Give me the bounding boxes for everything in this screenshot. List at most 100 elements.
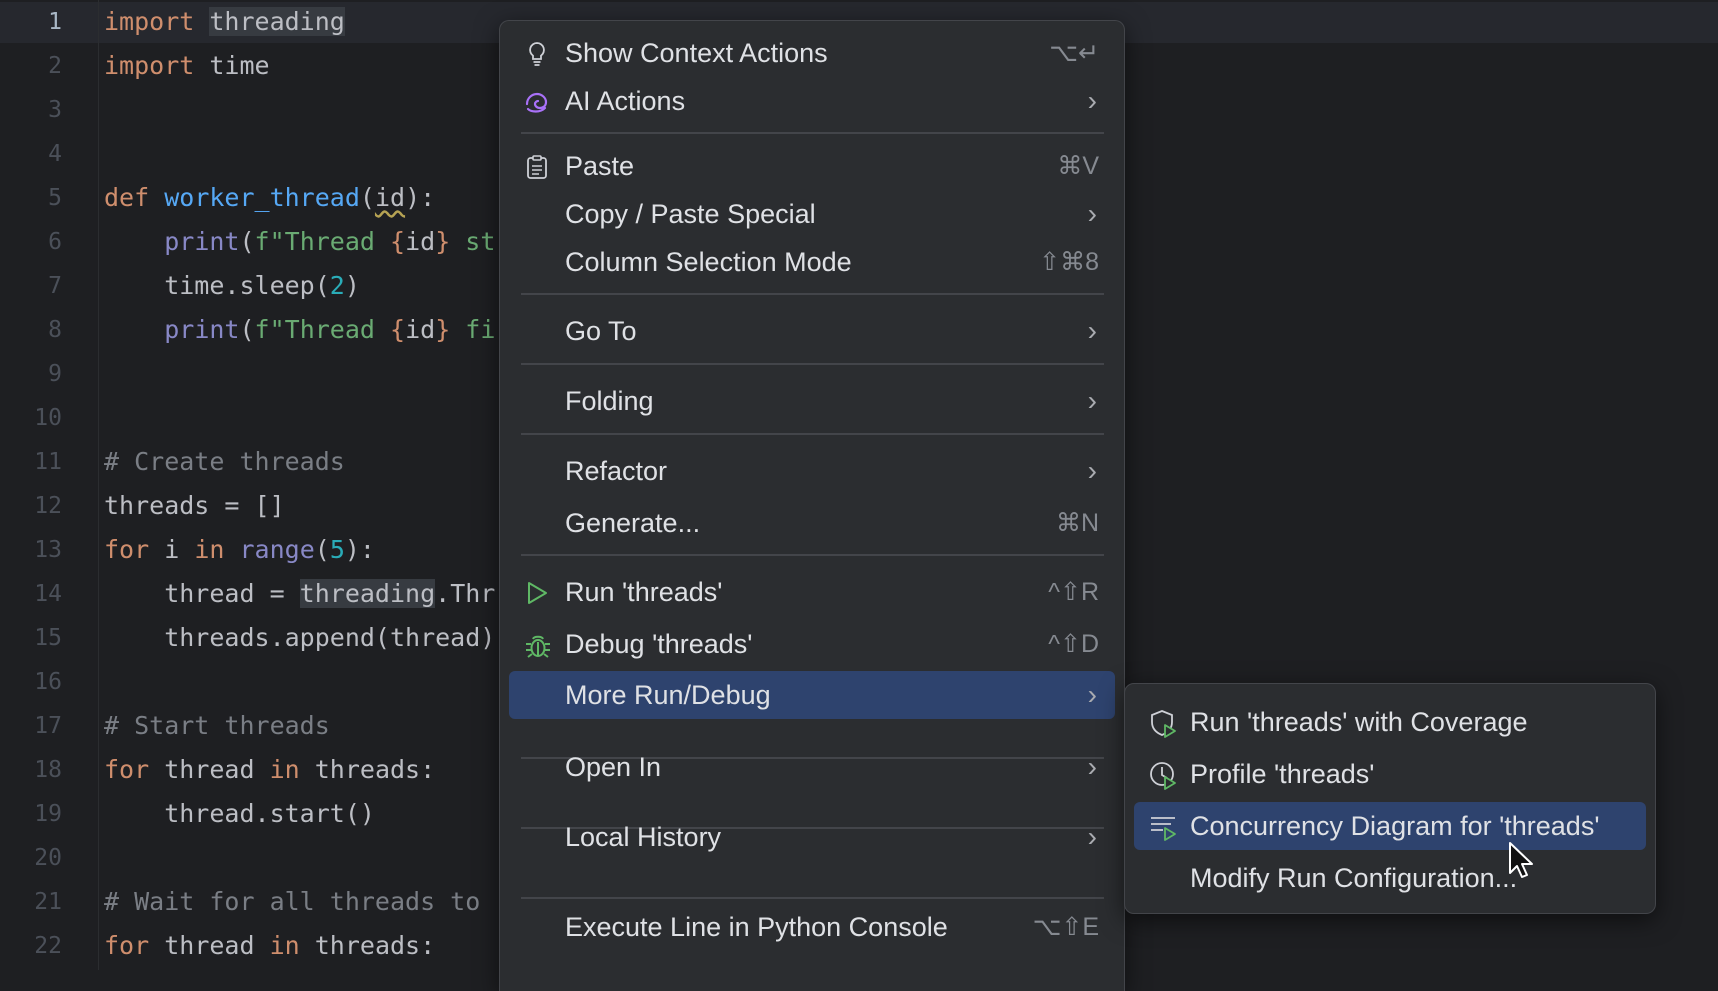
line-number: 13	[0, 528, 62, 572]
menu-separator	[521, 433, 1104, 435]
shortcut-label: ⇧⌘8	[1039, 238, 1099, 286]
code-token: # Wait for all threads to	[104, 887, 480, 916]
menu-item-execute-line-python-console[interactable]: Execute Line in Python Console ⌥⇧E	[509, 903, 1115, 951]
menu-item-go-to[interactable]: Go To ›	[509, 307, 1115, 355]
code-text: thread.start()	[104, 792, 375, 836]
menu-item-ai-actions[interactable]: AI Actions ›	[509, 77, 1115, 125]
clipboard-icon	[524, 154, 550, 180]
code-token: ):	[345, 535, 375, 564]
menu-item-label: Paste	[565, 142, 634, 190]
line-number: 10	[0, 396, 62, 440]
code-token: worker_thread	[164, 183, 360, 212]
code-token: for	[104, 931, 164, 960]
code-text: # Start threads	[104, 704, 330, 748]
code-text: threads.append(thread)	[104, 616, 495, 660]
submenu-item-label: Run 'threads' with Coverage	[1190, 698, 1528, 746]
mouse-pointer-icon	[1508, 841, 1536, 881]
line-number: 17	[0, 704, 62, 748]
shortcut-label: ⌘N	[1056, 499, 1099, 547]
submenu-item-concurrency-diagram[interactable]: Concurrency Diagram for 'threads'	[1134, 802, 1646, 850]
line-number: 14	[0, 572, 62, 616]
line-number: 9	[0, 352, 62, 396]
line-number: 16	[0, 660, 62, 704]
code-token: time.sleep(	[104, 271, 330, 300]
line-number: 8	[0, 308, 62, 352]
code-text: for thread in threads:	[104, 924, 435, 968]
code-token: (	[239, 227, 254, 256]
menu-item-more-run-debug[interactable]: More Run/Debug ›	[509, 671, 1115, 719]
code-token: in	[270, 931, 315, 960]
menu-item-copy-paste-special[interactable]: Copy / Paste Special ›	[509, 190, 1115, 238]
code-token: 5	[330, 535, 345, 564]
submenu-item-modify-run-configuration[interactable]: Modify Run Configuration...	[1134, 854, 1646, 902]
line-number: 20	[0, 836, 62, 880]
code-token: ):	[405, 183, 435, 212]
code-token: (	[239, 315, 254, 344]
menu-item-paste[interactable]: Paste ⌘V	[509, 142, 1115, 190]
menu-item-label: Open In	[565, 743, 661, 791]
submenu-item-label: Concurrency Diagram for 'threads'	[1190, 802, 1599, 850]
code-token: i	[164, 535, 194, 564]
code-text: time.sleep(2)	[104, 264, 360, 308]
code-text: import time	[104, 44, 270, 88]
menu-item-open-in[interactable]: Open In ›	[509, 743, 1115, 791]
code-token: print	[164, 227, 239, 256]
menu-item-refactor[interactable]: Refactor ›	[509, 447, 1115, 495]
menu-item-generate[interactable]: Generate... ⌘N	[509, 499, 1115, 547]
line-number: 7	[0, 264, 62, 308]
menu-item-label: Column Selection Mode	[565, 238, 852, 286]
menu-item-column-selection-mode[interactable]: Column Selection Mode ⇧⌘8	[509, 238, 1115, 286]
menu-item-run-threads[interactable]: Run 'threads' ^⇧R	[509, 568, 1115, 616]
code-token: for	[104, 535, 164, 564]
code-token: f"Thread	[255, 227, 390, 256]
chevron-right-icon: ›	[1088, 77, 1097, 125]
code-text: # Create threads	[104, 440, 345, 484]
line-number: 12	[0, 484, 62, 528]
line-number: 11	[0, 440, 62, 484]
code-token: {	[390, 315, 405, 344]
code-text: # Wait for all threads to	[104, 880, 480, 924]
ai-spiral-icon	[524, 89, 550, 115]
code-token: threading	[209, 7, 344, 36]
code-token: thread	[164, 755, 269, 784]
menu-item-folding[interactable]: Folding ›	[509, 377, 1115, 425]
chevron-right-icon: ›	[1088, 447, 1097, 495]
line-number: 3	[0, 88, 62, 132]
chevron-right-icon: ›	[1088, 190, 1097, 238]
chevron-right-icon: ›	[1088, 813, 1097, 861]
menu-item-label: Refactor	[565, 447, 667, 495]
chevron-right-icon: ›	[1088, 307, 1097, 355]
menu-item-label: Generate...	[565, 499, 700, 547]
code-text: print(f"Thread {id} fi	[104, 308, 495, 352]
submenu-item-label: Modify Run Configuration...	[1190, 854, 1517, 902]
line-number: 21	[0, 880, 62, 924]
code-token: import	[104, 7, 209, 36]
run-play-icon	[524, 580, 550, 606]
line-number: 1	[0, 0, 62, 44]
menu-item-local-history[interactable]: Local History ›	[509, 813, 1115, 861]
menu-item-show-context-actions[interactable]: Show Context Actions ⌥↵	[509, 29, 1115, 77]
shortcut-label: ⌥↵	[1049, 29, 1099, 77]
menu-item-label: Debug 'threads'	[565, 620, 752, 668]
shortcut-label: ^⇧R	[1048, 568, 1099, 616]
menu-item-debug-threads[interactable]: Debug 'threads' ^⇧D	[509, 620, 1115, 668]
code-token: range	[239, 535, 314, 564]
code-token: in	[270, 755, 315, 784]
concurrency-diagram-icon	[1148, 812, 1178, 842]
code-token: thread	[164, 931, 269, 960]
code-token	[104, 227, 164, 256]
code-token: # Create threads	[104, 447, 345, 476]
menu-item-label: Folding	[565, 377, 654, 425]
code-text: print(f"Thread {id} st	[104, 220, 495, 264]
code-text: import threading	[104, 0, 345, 44]
menu-item-label: Copy / Paste Special	[565, 190, 816, 238]
submenu-item-run-with-coverage[interactable]: Run 'threads' with Coverage	[1134, 698, 1646, 746]
code-token: (	[360, 183, 375, 212]
code-token: (	[315, 535, 330, 564]
code-text: threads = []	[104, 484, 285, 528]
code-token: time	[209, 51, 269, 80]
code-token: thread =	[104, 579, 300, 608]
lightbulb-icon	[524, 41, 550, 67]
submenu-item-profile[interactable]: Profile 'threads'	[1134, 750, 1646, 798]
menu-item-label: Run 'threads'	[565, 568, 722, 616]
